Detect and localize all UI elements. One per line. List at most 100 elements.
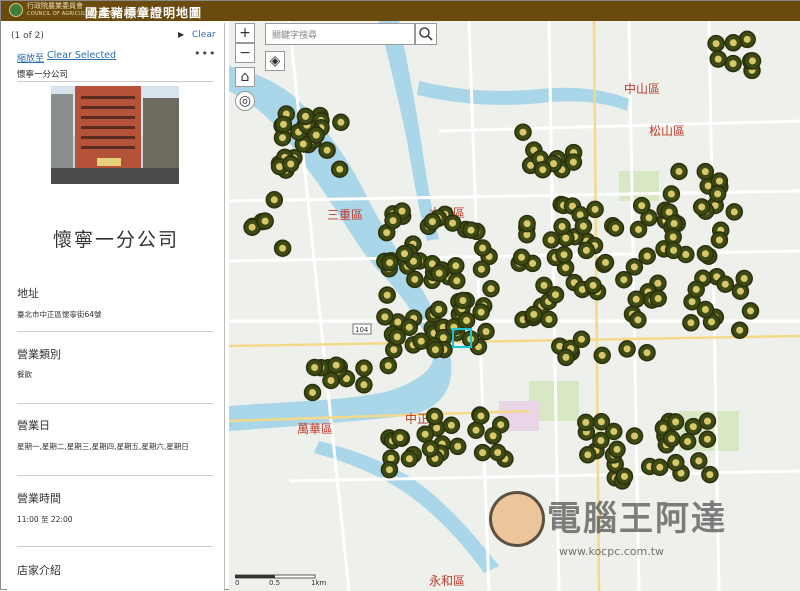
store-marker-center — [523, 220, 531, 228]
store-marker-center — [635, 226, 642, 233]
store-marker-center — [389, 217, 397, 225]
next-feature-button[interactable]: ▶ — [178, 30, 184, 39]
shop-photo — [51, 86, 179, 184]
store-marker-center — [712, 40, 720, 48]
store-marker-center — [417, 337, 425, 345]
store-marker-center — [736, 326, 744, 334]
store-marker-center — [482, 328, 490, 335]
clear-selected-link[interactable]: Clear Selected — [47, 50, 116, 61]
store-marker-center — [545, 315, 553, 323]
store-marker-center — [309, 389, 316, 396]
store-marker-center — [668, 435, 676, 443]
store-marker-center — [704, 182, 712, 190]
store-marker-center — [381, 313, 389, 321]
store-marker-center — [576, 211, 584, 219]
locate-icon[interactable]: ◎ — [235, 91, 255, 111]
store-marker-center — [584, 451, 592, 459]
store-marker-center — [721, 280, 729, 288]
search-input[interactable]: 關鍵字搜尋 — [265, 23, 415, 45]
zoom-in-button[interactable]: + — [235, 23, 255, 43]
store-marker-center — [312, 131, 320, 139]
store-marker-center — [582, 246, 590, 254]
home-button[interactable]: ⌂ — [235, 67, 255, 87]
store-marker-center — [529, 259, 537, 267]
store-marker-center — [597, 418, 605, 426]
river-keelung — [417, 81, 629, 111]
store-marker-center — [634, 316, 642, 324]
zoom-out-button[interactable]: − — [235, 43, 255, 63]
store-marker-center — [287, 160, 295, 168]
store-marker-center — [682, 251, 690, 258]
field-value-hours: 11:00 至 22:00 — [17, 515, 73, 524]
store-marker-center — [623, 345, 631, 353]
store-marker-center — [645, 214, 653, 222]
district-label: 三重區 — [327, 208, 363, 222]
park — [619, 171, 659, 201]
store-marker-center — [261, 217, 269, 225]
store-marker-center — [701, 250, 709, 258]
store-marker-center — [479, 449, 487, 457]
store-marker-center — [747, 307, 754, 315]
store-marker-center — [672, 418, 680, 426]
store-marker-center — [384, 362, 392, 370]
store-marker-center — [405, 455, 413, 463]
store-marker-center — [393, 333, 401, 341]
scale-label-end: 1km — [311, 579, 327, 587]
store-marker-center — [670, 220, 678, 227]
store-marker-center — [589, 281, 597, 289]
divider — [17, 81, 213, 82]
store-marker-center — [478, 265, 485, 273]
scale-label-0: 0 — [235, 579, 240, 587]
search-icon[interactable] — [415, 23, 437, 45]
store-marker-center — [452, 262, 460, 270]
store-marker-center — [703, 435, 711, 443]
store-marker-center — [706, 471, 714, 479]
store-marker-center — [643, 252, 651, 260]
store-marker-center — [578, 335, 585, 343]
store-marker-center — [591, 205, 599, 213]
store-marker-center — [421, 430, 429, 438]
store-marker-center — [730, 208, 738, 216]
org-name: 行政院農業委員會 — [27, 2, 83, 10]
zoom-to-link[interactable]: 縮放至 — [17, 51, 44, 64]
more-options-button[interactable]: ••• — [194, 47, 216, 60]
field-label-shop-intro: 店家介紹 — [17, 564, 61, 577]
store-marker-center — [743, 35, 751, 43]
store-marker-center — [311, 364, 319, 371]
store-marker-center — [665, 208, 673, 216]
store-marker-center — [598, 351, 606, 359]
store-marker-center — [560, 251, 568, 259]
store-marker-center — [428, 218, 436, 226]
store-marker-center — [472, 426, 480, 434]
store-marker-center — [530, 310, 538, 318]
mascot-face-icon — [489, 491, 545, 547]
shop-name-heading: 懷寧一分公司 — [52, 229, 179, 251]
layer-list-icon[interactable]: ◈ — [265, 51, 285, 71]
store-marker-center — [610, 428, 618, 435]
store-marker-center — [396, 434, 404, 442]
clear-button[interactable]: Clear — [192, 30, 216, 40]
store-marker-center — [426, 445, 434, 453]
store-marker-center — [280, 120, 287, 128]
store-marker-center — [562, 264, 570, 272]
store-marker-center — [736, 287, 744, 295]
store-marker-center — [654, 279, 662, 287]
watermark-url: www.kocpc.com.tw — [559, 545, 665, 558]
route-number: 104 — [355, 326, 369, 334]
map-view[interactable]: 中山區 松山區 大同區 三重區 中正區 萬華區 永和區 104 + − ⌂ ◎ … — [229, 21, 800, 591]
store-marker-center — [497, 421, 505, 429]
store-marker-center — [667, 190, 675, 198]
district-label: 松山區 — [649, 124, 685, 138]
store-marker-center — [749, 57, 756, 65]
store-marker-center — [327, 377, 335, 384]
store-marker-center — [729, 60, 737, 68]
store-marker-center — [248, 223, 256, 231]
district-label: 萬華區 — [297, 422, 333, 436]
store-marker-center — [394, 318, 402, 326]
store-marker-center — [643, 349, 651, 357]
store-marker-center — [687, 319, 695, 327]
store-marker-center — [459, 297, 467, 304]
store-marker-center — [360, 381, 368, 389]
divider — [17, 475, 213, 476]
store-marker-center — [383, 291, 391, 299]
